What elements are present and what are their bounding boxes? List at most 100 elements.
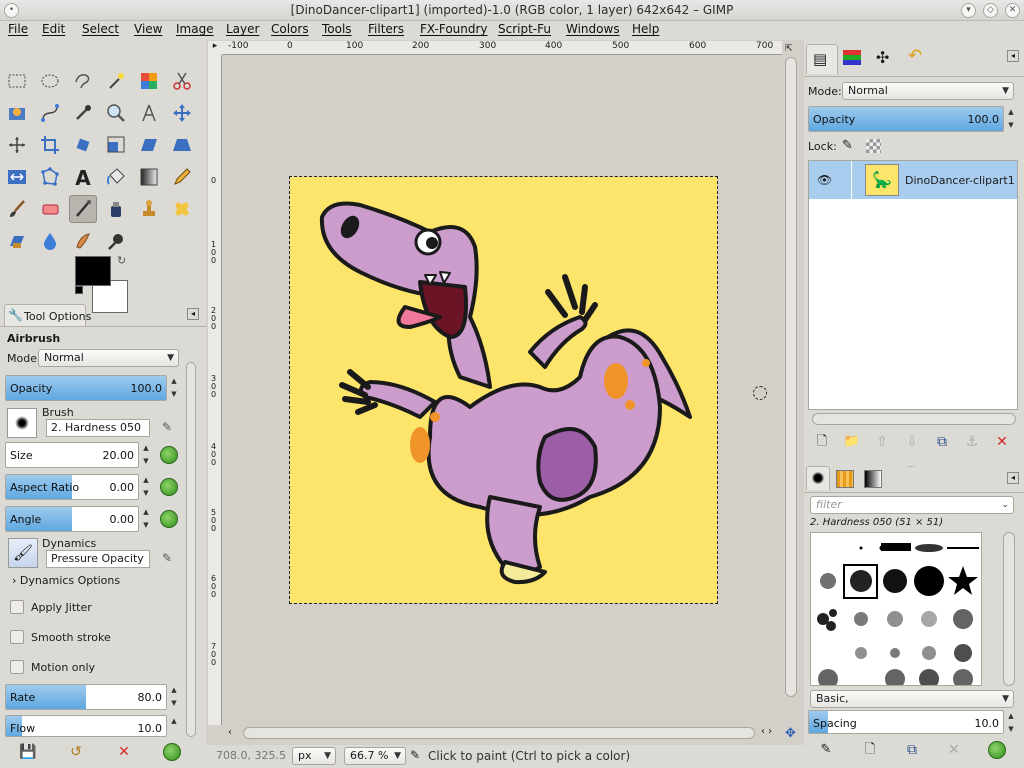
duplicate-brush-icon[interactable]: ⧉: [902, 740, 922, 760]
delete-layer-icon[interactable]: ✕: [992, 432, 1012, 452]
blur-icon[interactable]: [36, 227, 64, 255]
layer-opacity-spinner[interactable]: ▲ ▼: [1005, 106, 1017, 132]
flow-spinner[interactable]: ▲: [168, 715, 180, 737]
brush-grid-scrollbar[interactable]: [1003, 532, 1015, 686]
unit-select[interactable]: px ▼: [292, 747, 336, 765]
menu-file[interactable]: File: [8, 22, 28, 36]
apply-jitter-checkbox[interactable]: [10, 600, 24, 614]
lower-layer-icon[interactable]: ⇩: [902, 432, 922, 452]
layer-mode-select[interactable]: Normal ▼: [842, 82, 1014, 100]
measure-icon[interactable]: [135, 99, 163, 127]
cage-icon[interactable]: [36, 163, 64, 191]
bucket-fill-icon[interactable]: [102, 163, 130, 191]
brush-preview[interactable]: [7, 408, 37, 438]
menu-select[interactable]: Select: [82, 22, 119, 36]
tool-options-scrollbar[interactable]: [186, 362, 196, 737]
lock-pixels-icon[interactable]: ✎: [842, 138, 853, 153]
layer-name[interactable]: DinoDancer-clipart1.pr: [905, 174, 1015, 187]
eraser-icon[interactable]: [36, 195, 64, 223]
ink-icon[interactable]: [102, 195, 130, 223]
image-canvas[interactable]: [289, 176, 718, 604]
perspective-icon[interactable]: [168, 131, 196, 159]
reset-size-icon[interactable]: [160, 446, 178, 464]
free-select-icon[interactable]: [69, 67, 97, 95]
maximize-button[interactable]: ◇: [983, 3, 998, 18]
clone-icon[interactable]: [135, 195, 163, 223]
raise-layer-icon[interactable]: ⇧: [872, 432, 892, 452]
new-layer-group-icon[interactable]: 📁: [842, 432, 862, 452]
rotate-icon[interactable]: [69, 131, 97, 159]
rect-select-icon[interactable]: [3, 67, 31, 95]
scroll-arrows-icon[interactable]: ‹ ›: [761, 726, 772, 737]
restore-options-icon[interactable]: ↺: [66, 742, 86, 762]
brush-spacing-spinner[interactable]: ▲ ▼: [1005, 710, 1017, 734]
opacity-slider[interactable]: Opacity 100.0: [5, 375, 167, 401]
menu-colors[interactable]: Colors: [271, 22, 309, 36]
fuzzy-select-icon[interactable]: [102, 67, 130, 95]
scroll-left-icon[interactable]: ‹: [228, 727, 232, 738]
blend-icon[interactable]: [135, 163, 163, 191]
angle-spinner[interactable]: ▲ ▼: [140, 506, 152, 532]
perspective-clone-icon[interactable]: [3, 227, 31, 255]
reset-aspect-ratio-icon[interactable]: [160, 478, 178, 496]
ellipse-select-icon[interactable]: [36, 67, 64, 95]
tab-tool-options[interactable]: 🔧 Tool Options: [4, 304, 91, 326]
configure-tab-icon[interactable]: ◂: [1007, 472, 1019, 484]
horizontal-scrollbar[interactable]: [243, 727, 755, 739]
eye-icon[interactable]: 👁: [817, 173, 832, 187]
opacity-spinner[interactable]: ▲ ▼: [168, 375, 180, 401]
align-icon[interactable]: [3, 131, 31, 159]
color-picker-icon[interactable]: [69, 99, 97, 127]
tab-patterns[interactable]: [836, 470, 854, 488]
size-slider[interactable]: Size 20.00: [5, 442, 139, 468]
airbrush-icon[interactable]: [69, 195, 97, 223]
foreground-select-icon[interactable]: [3, 99, 31, 127]
tab-brushes[interactable]: [806, 466, 830, 490]
tab-undo-history[interactable]: ↶: [908, 46, 930, 68]
shear-icon[interactable]: [135, 131, 163, 159]
dock-separator-grip[interactable]: ⋯: [907, 462, 915, 471]
brush-name-field[interactable]: 2. Hardness 050: [46, 419, 150, 437]
zoom-follow-icon[interactable]: ⇱: [785, 44, 793, 54]
crop-icon[interactable]: [36, 131, 64, 159]
save-options-icon[interactable]: 💾: [18, 742, 38, 762]
menu-windows[interactable]: Windows: [566, 22, 620, 36]
tab-channels[interactable]: [842, 48, 864, 68]
navigate-icon[interactable]: ✥: [785, 726, 796, 741]
zoom-select[interactable]: 66.7 % ▼: [344, 747, 406, 765]
tab-gradients[interactable]: [864, 470, 882, 488]
pencil-icon[interactable]: [168, 163, 196, 191]
move-icon[interactable]: [168, 99, 196, 127]
aspect-ratio-spinner[interactable]: ▲ ▼: [140, 474, 152, 500]
paths-icon[interactable]: [36, 99, 64, 127]
angle-slider[interactable]: Angle 0.00: [5, 506, 139, 532]
new-brush-icon[interactable]: 🗋: [860, 740, 880, 760]
vertical-scrollbar[interactable]: [785, 57, 797, 697]
reset-angle-icon[interactable]: [160, 510, 178, 528]
tab-paths[interactable]: ✣: [876, 48, 898, 68]
menu-script-fu[interactable]: Script-Fu: [498, 22, 551, 36]
text-icon[interactable]: A: [69, 163, 97, 191]
tab-layers[interactable]: ▤: [806, 44, 838, 74]
layer-opacity-slider[interactable]: Opacity 100.0: [808, 106, 1004, 132]
brush-preset-select[interactable]: Basic, ▼: [810, 690, 1014, 708]
paintbrush-icon[interactable]: [3, 195, 31, 223]
scissors-icon[interactable]: [168, 67, 196, 95]
size-spinner[interactable]: ▲ ▼: [140, 442, 152, 468]
menu-fx-foundry[interactable]: FX-Foundry: [420, 22, 488, 36]
window-menu-button[interactable]: •: [4, 3, 19, 18]
foreground-color-swatch[interactable]: [75, 256, 111, 286]
menu-tools[interactable]: Tools: [322, 22, 352, 36]
edit-brush-icon[interactable]: ✎: [162, 420, 172, 434]
motion-only-checkbox[interactable]: [10, 660, 24, 674]
dynamics-field[interactable]: Pressure Opacity: [46, 550, 150, 568]
brush-spacing-slider[interactable]: Spacing 10.0: [808, 710, 1004, 734]
brush-filter-input[interactable]: filter ⌄: [810, 496, 1014, 514]
close-button[interactable]: ✕: [1005, 3, 1020, 18]
refresh-brushes-icon[interactable]: [988, 741, 1006, 759]
mode-select[interactable]: Normal ▼: [38, 349, 179, 367]
configure-tab-icon[interactable]: ◂: [1007, 50, 1019, 62]
anchor-layer-icon[interactable]: ⚓: [962, 432, 982, 452]
vertical-ruler[interactable]: 0 100 200 300 400 500 600 700: [208, 55, 222, 725]
menu-layer[interactable]: Layer: [226, 22, 259, 36]
